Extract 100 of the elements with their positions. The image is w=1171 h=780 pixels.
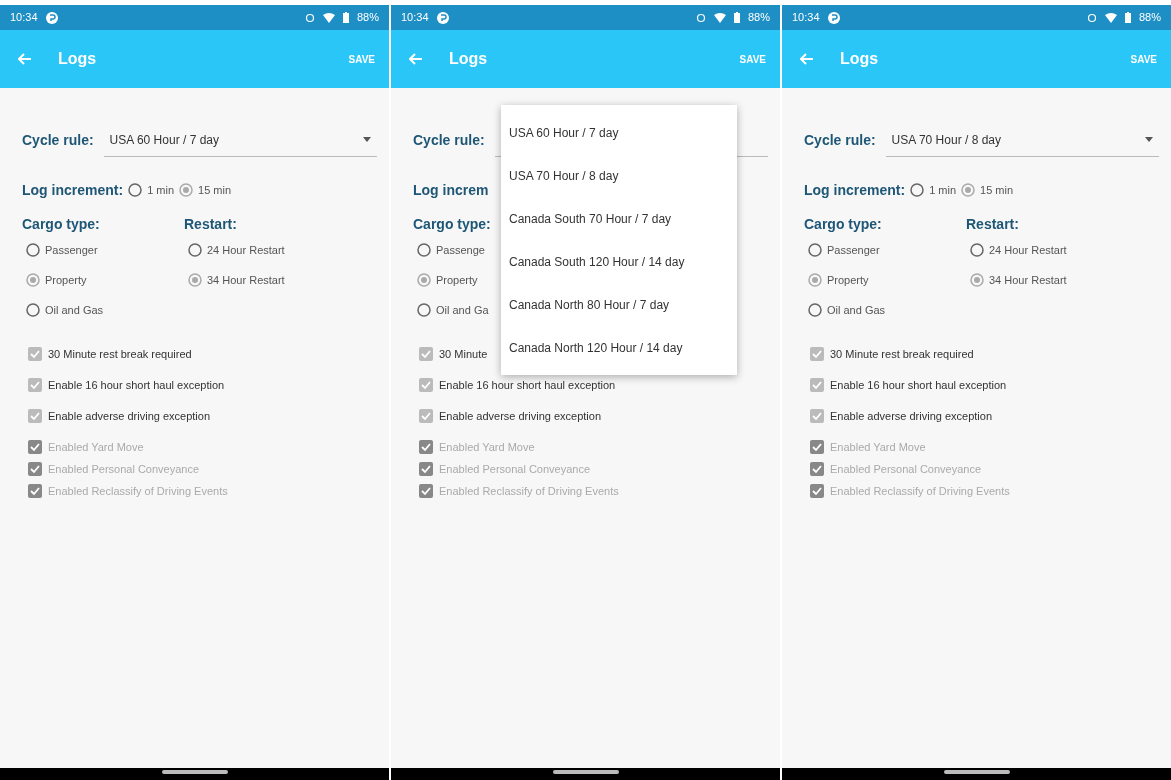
home-handle[interactable] (552, 770, 619, 774)
menu-item[interactable]: Canada North 120 Hour / 14 day (501, 326, 737, 369)
wifi-icon (713, 12, 726, 23)
screen-title: Logs (840, 49, 879, 69)
checkbox-label: Enabled Yard Move (830, 439, 926, 455)
radio-icon[interactable] (26, 243, 40, 257)
field-label: Restart: (966, 215, 1019, 234)
cycle-rule-dropdown[interactable]: USA 60 Hour / 7 day (103, 123, 377, 157)
checkbox-label: Enable adverse driving exception (830, 408, 993, 424)
radio-selected-icon[interactable] (26, 273, 40, 287)
option-label: Property (436, 272, 478, 288)
option-label: 1 min (147, 182, 175, 198)
back-arrow-icon (409, 53, 423, 65)
checkbox-checked-icon[interactable] (419, 409, 433, 423)
back-arrow-icon (800, 53, 814, 65)
app-notification-icon (827, 11, 840, 24)
radio-selected-icon[interactable] (808, 273, 822, 287)
checkbox-label: Enabled Reclassify of Driving Events (439, 483, 619, 499)
battery-icon (1124, 12, 1131, 23)
checkbox-label: Enabled Yard Move (439, 439, 535, 455)
field-label: Cargo type: (22, 215, 100, 234)
menu-item[interactable]: Canada South 120 Hour / 14 day (501, 240, 737, 283)
radio-icon[interactable] (808, 243, 822, 257)
sync-icon (1086, 12, 1097, 23)
battery-icon (733, 12, 740, 23)
field-label: Cycle rule: (22, 130, 94, 150)
radio-icon[interactable] (808, 303, 822, 317)
option-label: 34 Hour Restart (989, 272, 1067, 288)
menu-item[interactable]: USA 70 Hour / 8 day (501, 154, 737, 197)
radio-icon[interactable] (910, 183, 925, 197)
field-label: Log increment: (804, 180, 906, 200)
checkbox-label: 30 Minute (439, 346, 488, 362)
option-label: Oil and Gas (827, 302, 886, 318)
app-notification-icon (436, 11, 449, 24)
wifi-icon (322, 12, 335, 23)
checkbox-checked-icon[interactable] (810, 378, 824, 392)
checkbox-label: Enable 16 hour short haul exception (830, 377, 1007, 393)
dropdown-caret-icon (1145, 137, 1153, 142)
option-label: 34 Hour Restart (207, 272, 285, 288)
checkbox-checked-icon[interactable] (419, 378, 433, 392)
radio-selected-icon[interactable] (417, 273, 431, 287)
option-label: Property (45, 272, 87, 288)
field-label: Cycle rule: (413, 130, 485, 150)
radio-icon[interactable] (128, 183, 143, 197)
menu-item[interactable]: USA 60 Hour / 7 day (501, 111, 737, 154)
menu-item[interactable]: Canada North 80 Hour / 7 day (501, 283, 737, 326)
checkbox-label: 30 Minute rest break required (830, 346, 974, 362)
radio-selected-icon[interactable] (188, 273, 202, 287)
dropdown-caret-icon (363, 137, 371, 142)
radio-selected-icon[interactable] (179, 183, 194, 197)
checkbox-label: Enabled Yard Move (48, 439, 144, 455)
home-handle[interactable] (161, 770, 228, 774)
checkbox-label: 30 Minute rest break required (48, 346, 192, 362)
checkbox-checked-icon[interactable] (419, 347, 433, 361)
checkbox-checked-icon[interactable] (28, 409, 42, 423)
field-label: Cargo type: (804, 215, 882, 234)
option-label: Passenger (827, 242, 880, 258)
back-arrow-icon (18, 53, 32, 65)
option-label: 24 Hour Restart (207, 242, 285, 258)
checkbox-label: Enabled Personal Conveyance (439, 461, 591, 477)
option-label: Passenge (436, 242, 485, 258)
field-label: Cargo type: (413, 215, 491, 234)
option-label: Oil and Gas (45, 302, 104, 318)
checkbox-checked-icon[interactable] (28, 378, 42, 392)
app-notification-icon (45, 11, 58, 24)
checkbox-label: Enabled Reclassify of Driving Events (48, 483, 228, 499)
checkbox-checked-icon[interactable] (28, 347, 42, 361)
home-handle[interactable] (943, 770, 1010, 774)
checkbox-checked-icon[interactable] (810, 409, 824, 423)
status-time: 10:34 (401, 10, 429, 26)
status-time: 10:34 (792, 10, 820, 26)
radio-icon[interactable] (417, 303, 431, 317)
option-label: Oil and Ga (436, 302, 489, 318)
option-label: 1 min (929, 182, 957, 198)
checkbox-label: Enable adverse driving exception (48, 408, 211, 424)
screen-title: Logs (449, 49, 488, 69)
checkbox-checked-icon[interactable] (810, 347, 824, 361)
checkbox-label: Enabled Personal Conveyance (830, 461, 982, 477)
checkbox-label: Enable adverse driving exception (439, 408, 602, 424)
checkbox-label: Enable 16 hour short haul exception (439, 377, 616, 393)
cycle-rule-dropdown[interactable]: USA 70 Hour / 8 day (885, 123, 1159, 157)
option-label: 24 Hour Restart (989, 242, 1067, 258)
checkbox-label: Enable 16 hour short haul exception (48, 377, 225, 393)
field-label: Log increment: (22, 180, 124, 200)
radio-icon[interactable] (417, 243, 431, 257)
radio-icon[interactable] (188, 243, 202, 257)
battery-icon (342, 12, 349, 23)
field-label: Restart: (184, 215, 237, 234)
radio-icon[interactable] (26, 303, 40, 317)
sync-icon (304, 12, 315, 23)
screen-title: Logs (58, 49, 97, 69)
radio-selected-icon[interactable] (970, 273, 984, 287)
radio-icon[interactable] (970, 243, 984, 257)
sync-icon (695, 12, 706, 23)
battery-percent: 88% (356, 10, 379, 26)
wifi-icon (1104, 12, 1117, 23)
field-label: Cycle rule: (804, 130, 876, 150)
option-label: Property (827, 272, 869, 288)
menu-item[interactable]: Canada South 70 Hour / 7 day (501, 197, 737, 240)
radio-selected-icon[interactable] (961, 183, 976, 197)
